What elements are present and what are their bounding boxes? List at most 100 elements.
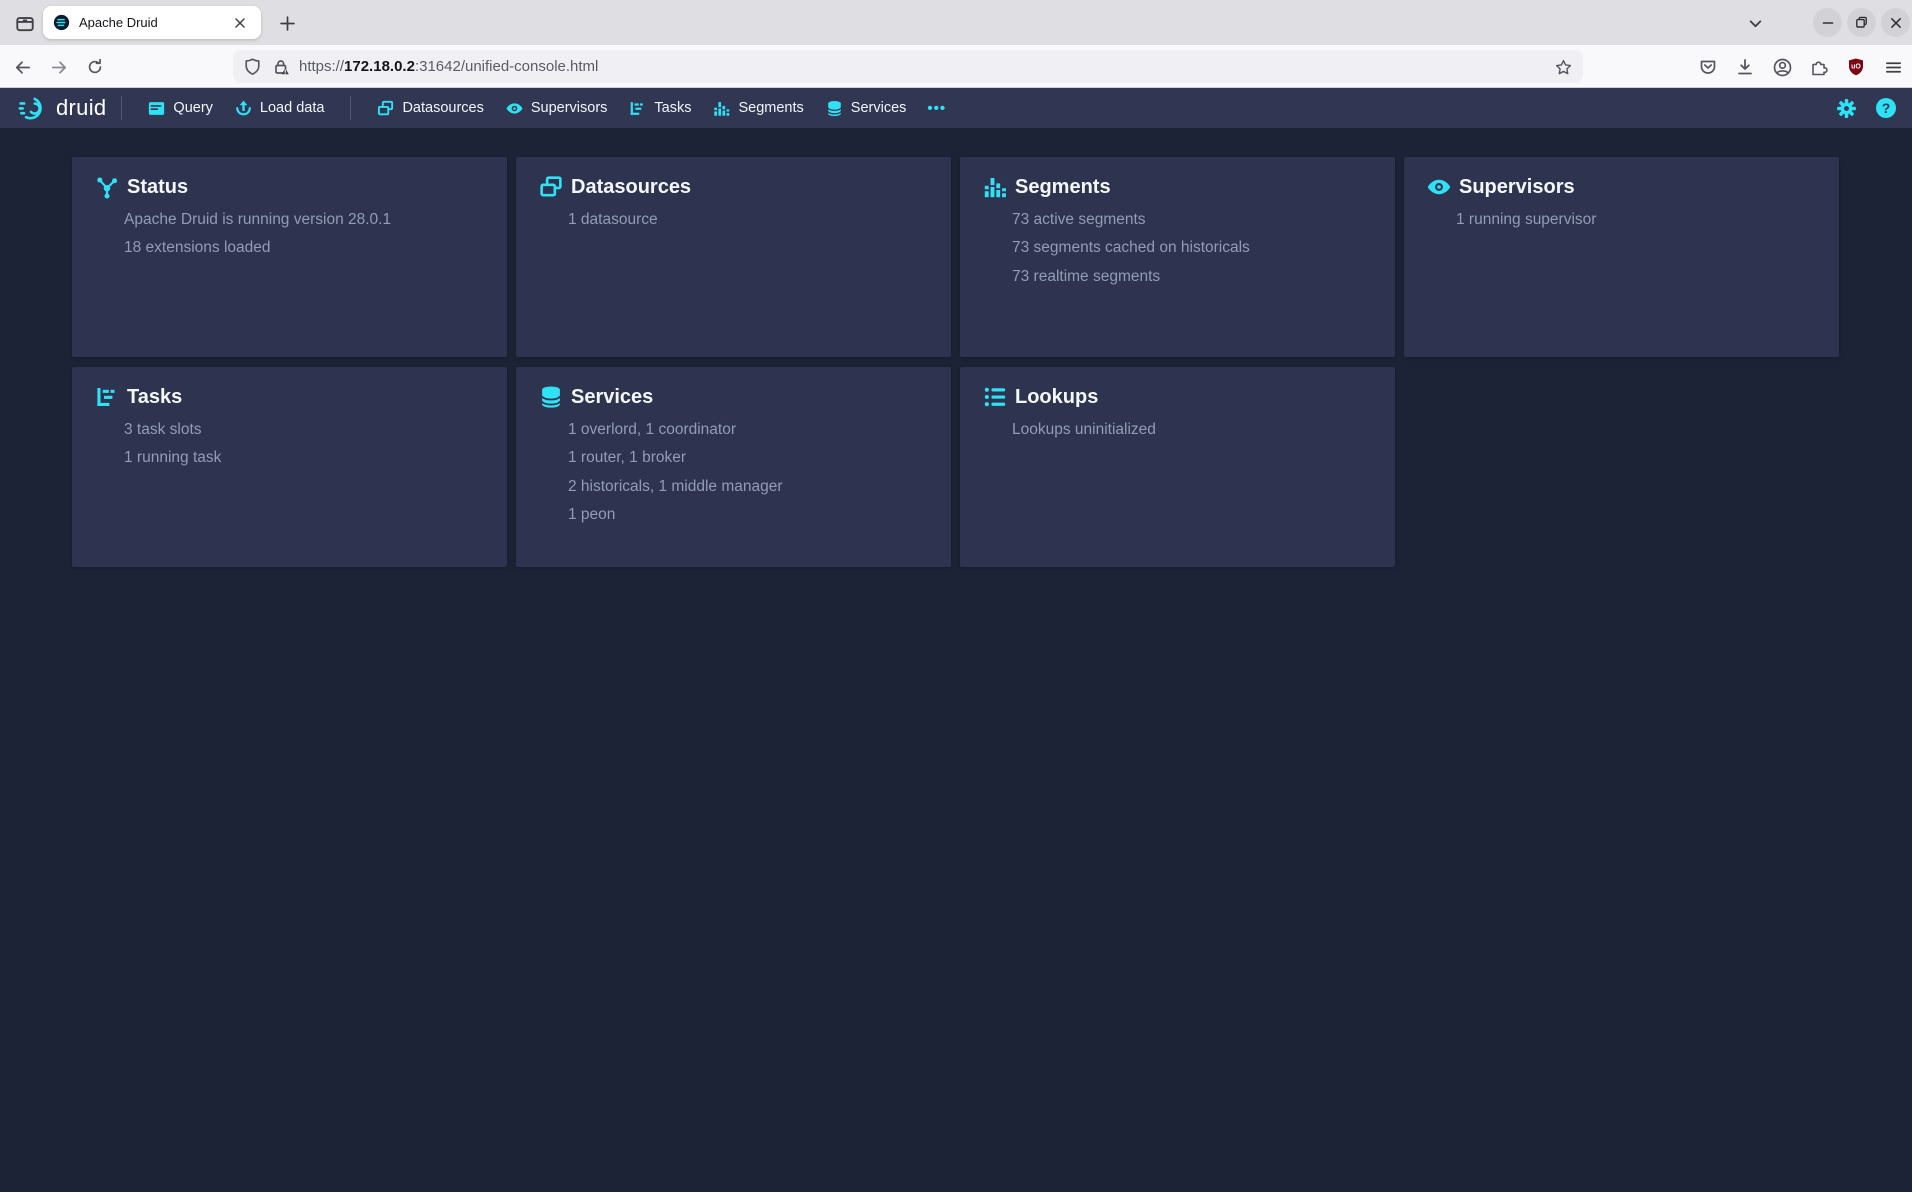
- nav-item-label: Segments: [738, 100, 803, 116]
- card-tasks[interactable]: Tasks 3 task slots 1 running task: [72, 367, 507, 567]
- nav-item-query[interactable]: Query: [137, 88, 224, 128]
- url-path: :31642/unified-console.html: [415, 58, 598, 75]
- druid-navbar: druid Query Load data Datasources Superv…: [0, 88, 1912, 128]
- extensions-puzzle-icon[interactable]: [1806, 51, 1832, 83]
- card-header: Datasources: [539, 173, 931, 201]
- load-data-icon: [235, 100, 252, 117]
- card-line: 1 overlord, 1 coordinator: [568, 420, 931, 439]
- list-icon: [983, 385, 1007, 409]
- card-body: Lookups uninitialized: [1012, 420, 1375, 439]
- nav-item-load-data[interactable]: Load data: [224, 88, 336, 128]
- url-host: 172.18.0.2: [344, 58, 415, 75]
- nav-item-supervisors[interactable]: Supervisors: [495, 88, 619, 128]
- close-window-button[interactable]: [1881, 8, 1910, 37]
- nav-item-label: Query: [173, 100, 213, 116]
- card-line: 2 historicals, 1 middle manager: [568, 477, 931, 496]
- navbar-right: ?: [1833, 95, 1899, 121]
- firefox-view-icon: [14, 12, 36, 34]
- settings-gear-button[interactable]: [1833, 95, 1859, 121]
- card-header: Segments: [983, 173, 1375, 201]
- gantt-icon: [629, 100, 646, 117]
- menu-hamburger-icon[interactable]: [1880, 51, 1906, 83]
- toolbar-right-icons: uO: [1695, 51, 1906, 83]
- new-tab-button[interactable]: [272, 8, 302, 38]
- pocket-icon[interactable]: [1695, 51, 1721, 83]
- card-header: Supervisors: [1427, 173, 1819, 201]
- card-body: 1 running supervisor: [1456, 210, 1819, 229]
- gantt-icon: [95, 385, 119, 409]
- card-title: Datasources: [571, 176, 691, 199]
- card-status[interactable]: Status Apache Druid is running version 2…: [72, 157, 507, 357]
- druid-favicon: [53, 14, 70, 31]
- card-header: Status: [95, 173, 487, 201]
- home-view: Status Apache Druid is running version 2…: [0, 128, 1912, 567]
- downloads-icon[interactable]: [1732, 51, 1758, 83]
- help-glyph: ?: [1882, 100, 1891, 116]
- card-datasources[interactable]: Datasources 1 datasource: [516, 157, 951, 357]
- url-text: https://172.18.0.2:31642/unified-console…: [299, 58, 598, 75]
- nav-item-datasources[interactable]: Datasources: [366, 88, 494, 128]
- database-icon: [539, 385, 563, 409]
- druid-logo-icon: [16, 95, 48, 121]
- brand-text: druid: [56, 95, 106, 121]
- eye-icon: [1427, 175, 1451, 199]
- card-line: 18 extensions loaded: [124, 238, 487, 257]
- window-controls: [1813, 8, 1910, 37]
- back-button[interactable]: [6, 51, 38, 83]
- shield-icon[interactable]: [243, 57, 262, 76]
- eye-icon: [506, 100, 523, 117]
- navbar-divider: [350, 96, 351, 120]
- card-body: 1 overlord, 1 coordinator 1 router, 1 br…: [568, 420, 931, 525]
- multi-frames-icon: [377, 100, 394, 117]
- card-line: 73 realtime segments: [1012, 267, 1375, 286]
- tab-title: Apache Druid: [79, 15, 229, 30]
- more-menu-icon[interactable]: •••: [917, 88, 956, 128]
- card-body: 3 task slots 1 running task: [124, 420, 487, 468]
- help-button[interactable]: ?: [1873, 95, 1899, 121]
- query-console-icon: [148, 100, 165, 117]
- browser-tab[interactable]: Apache Druid: [43, 6, 261, 39]
- card-line: 1 router, 1 broker: [568, 448, 931, 467]
- nav-item-segments[interactable]: Segments: [702, 88, 814, 128]
- card-lookups[interactable]: Lookups Lookups uninitialized: [960, 367, 1395, 567]
- card-header: Services: [539, 383, 931, 411]
- card-supervisors[interactable]: Supervisors 1 running supervisor: [1404, 157, 1839, 357]
- browser-toolbar: https://172.18.0.2:31642/unified-console…: [0, 45, 1912, 88]
- card-services[interactable]: Services 1 overlord, 1 coordinator 1 rou…: [516, 367, 951, 567]
- restore-button[interactable]: [1847, 8, 1876, 37]
- nav-item-label: Tasks: [654, 100, 691, 116]
- druid-brand[interactable]: druid: [16, 95, 106, 121]
- card-line: 1 running task: [124, 448, 487, 467]
- nav-item-label: Datasources: [402, 100, 483, 116]
- minimize-button[interactable]: [1813, 8, 1842, 37]
- card-line: Lookups uninitialized: [1012, 420, 1375, 439]
- card-title: Tasks: [127, 386, 182, 409]
- card-header: Lookups: [983, 383, 1375, 411]
- card-line: 1 running supervisor: [1456, 210, 1819, 229]
- status-card-grid: Status Apache Druid is running version 2…: [72, 157, 1912, 567]
- reload-button[interactable]: [79, 51, 111, 83]
- lock-warning-icon[interactable]: [271, 57, 291, 77]
- card-title: Segments: [1015, 176, 1111, 199]
- nav-item-services[interactable]: Services: [815, 88, 918, 128]
- bookmark-star-icon[interactable]: [1551, 55, 1575, 79]
- card-title: Supervisors: [1459, 176, 1575, 199]
- navbar-divider: [121, 96, 122, 120]
- svg-text:uO: uO: [1851, 64, 1861, 71]
- account-icon[interactable]: [1769, 51, 1795, 83]
- card-title: Lookups: [1015, 386, 1098, 409]
- card-segments[interactable]: Segments 73 active segments 73 segments …: [960, 157, 1395, 357]
- tab-close-icon[interactable]: [229, 12, 251, 34]
- card-line: Apache Druid is running version 28.0.1: [124, 210, 487, 229]
- nav-item-tasks[interactable]: Tasks: [618, 88, 702, 128]
- gear-icon: [1836, 98, 1857, 119]
- url-bar[interactable]: https://172.18.0.2:31642/unified-console…: [233, 50, 1583, 83]
- card-body: 1 datasource: [568, 210, 931, 229]
- tab-list-dropdown-icon[interactable]: [1741, 10, 1769, 36]
- ublock-icon[interactable]: uO: [1843, 51, 1869, 83]
- card-line: 3 task slots: [124, 420, 487, 439]
- card-title: Services: [571, 386, 653, 409]
- firefox-view-button[interactable]: [10, 8, 40, 38]
- forward-button[interactable]: [43, 51, 75, 83]
- card-line: 73 segments cached on historicals: [1012, 238, 1375, 257]
